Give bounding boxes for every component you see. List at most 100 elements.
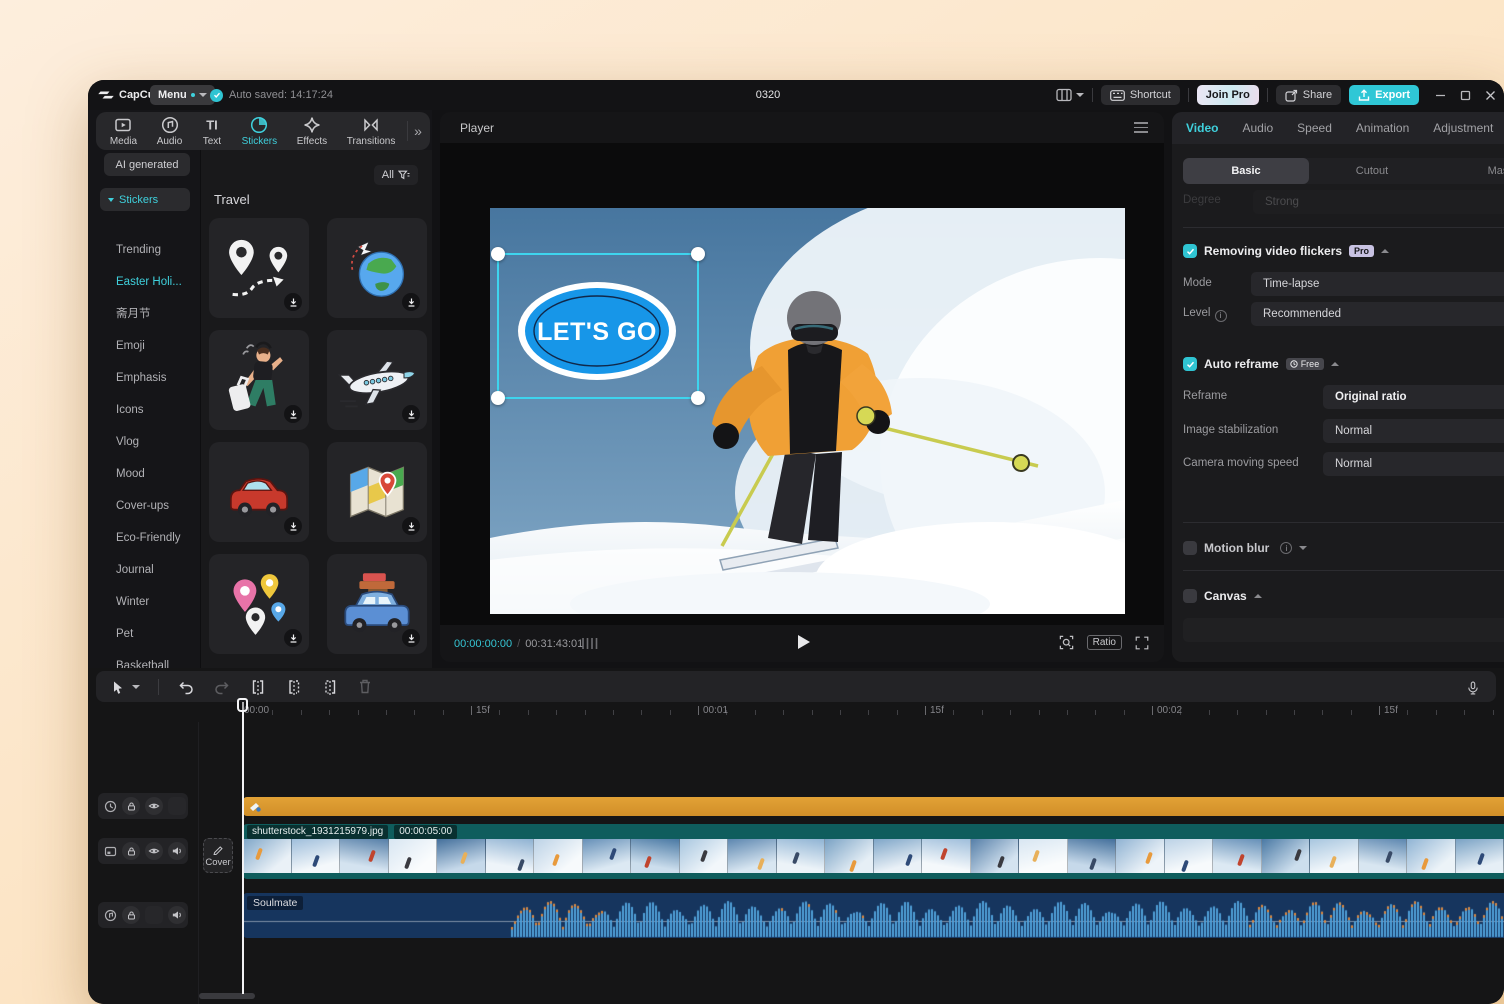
- split-keep-right-button[interactable]: [321, 678, 339, 696]
- export-button[interactable]: Export: [1349, 85, 1419, 105]
- sidebar-category-item[interactable]: 斋月节: [88, 298, 200, 330]
- speaker-icon[interactable]: [168, 842, 186, 860]
- shortcut-button[interactable]: Shortcut: [1101, 85, 1180, 105]
- close-button[interactable]: [1485, 90, 1496, 101]
- playhead-handle[interactable]: [237, 698, 248, 712]
- tab-media[interactable]: Media: [100, 115, 147, 147]
- eye-icon[interactable]: [145, 842, 163, 860]
- undo-button[interactable]: [177, 678, 195, 696]
- selection-handle-bl[interactable]: [491, 391, 505, 405]
- maximize-button[interactable]: [1460, 90, 1471, 101]
- sidebar-category-item[interactable]: Pet: [88, 618, 200, 650]
- split-button[interactable]: [249, 678, 267, 696]
- tab-adjustment[interactable]: Adjustment: [1433, 121, 1493, 135]
- motion-blur-checkbox[interactable]: [1183, 541, 1197, 555]
- sidebar-category-item[interactable]: Mood: [88, 458, 200, 490]
- expand-icon[interactable]: [1299, 546, 1307, 550]
- flicker-checkbox[interactable]: [1183, 244, 1197, 258]
- mode-select[interactable]: Time-lapse: [1251, 272, 1504, 296]
- audio-clip[interactable]: Soulmate: [243, 893, 1504, 938]
- tab-audio-settings[interactable]: Audio: [1242, 121, 1273, 135]
- zoom-fit-icon[interactable]: [1058, 634, 1075, 651]
- sidebar-category-item[interactable]: Easter Holi...: [88, 266, 200, 298]
- sidebar-category-item[interactable]: Eco-Friendly: [88, 522, 200, 554]
- lock-icon[interactable]: [122, 906, 140, 924]
- canvas-select-dimmed[interactable]: [1183, 618, 1504, 642]
- sticker-tile[interactable]: [327, 554, 427, 654]
- cover-button[interactable]: Cover: [203, 838, 233, 873]
- fullscreen-icon[interactable]: [1134, 635, 1150, 651]
- sticker-tile[interactable]: [209, 442, 309, 542]
- tab-video[interactable]: Video: [1186, 121, 1218, 135]
- subtab-cutout[interactable]: Cutout: [1309, 165, 1435, 177]
- collapse-icon[interactable]: [1254, 594, 1262, 598]
- filter-all-button[interactable]: All: [374, 165, 418, 185]
- degree-select[interactable]: Strong: [1253, 190, 1504, 214]
- select-tool-button[interactable]: [110, 679, 140, 695]
- tab-transitions[interactable]: Transitions: [337, 115, 405, 147]
- sidebar-category-item[interactable]: Emoji: [88, 330, 200, 362]
- join-pro-button[interactable]: Join Pro: [1197, 85, 1259, 105]
- redo-button[interactable]: [213, 678, 231, 696]
- sticker-tile[interactable]: [327, 442, 427, 542]
- frame-grid-icon[interactable]: [582, 637, 598, 650]
- tab-text[interactable]: TI Text: [192, 115, 232, 147]
- tab-audio[interactable]: Audio: [147, 115, 192, 147]
- reframe-select[interactable]: Original ratio: [1323, 385, 1504, 409]
- tab-effects[interactable]: Effects: [287, 115, 337, 147]
- sticker-tile[interactable]: [327, 218, 427, 318]
- sidebar-category-item[interactable]: Winter: [88, 586, 200, 618]
- ratio-button[interactable]: Ratio: [1087, 635, 1122, 650]
- player-canvas[interactable]: LET'S GO: [440, 143, 1164, 625]
- level-select[interactable]: Recommended: [1251, 302, 1504, 326]
- sticker-tile[interactable]: [209, 330, 309, 430]
- layout-button[interactable]: [1056, 88, 1084, 102]
- selection-handle-tl[interactable]: [491, 247, 505, 261]
- reframe-checkbox[interactable]: [1183, 357, 1197, 371]
- selection-handle-br[interactable]: [691, 391, 705, 405]
- stabilization-select[interactable]: Normal: [1323, 419, 1504, 443]
- sidebar-category-item[interactable]: Icons: [88, 394, 200, 426]
- share-button[interactable]: Share: [1276, 85, 1341, 105]
- player-menu-icon[interactable]: [1134, 119, 1148, 136]
- play-button[interactable]: [798, 635, 810, 649]
- ai-generated-button[interactable]: AI generated: [104, 153, 190, 176]
- sticker-selection-box[interactable]: [497, 253, 699, 399]
- tab-speed[interactable]: Speed: [1297, 121, 1332, 135]
- selection-handle-tr[interactable]: [691, 247, 705, 261]
- speaker-icon[interactable]: [168, 906, 186, 924]
- playhead[interactable]: [242, 702, 244, 994]
- sidebar-category-item[interactable]: Basketball: [88, 650, 200, 668]
- eye-icon[interactable]: [145, 797, 163, 815]
- subtab-basic[interactable]: Basic: [1183, 158, 1309, 184]
- video-clip[interactable]: shutterstock_1931215979.jpg 00:00:05:00: [243, 824, 1504, 879]
- delete-button[interactable]: [357, 678, 373, 695]
- subtab-mask[interactable]: Mas: [1435, 165, 1504, 177]
- canvas-checkbox[interactable]: [1183, 589, 1197, 603]
- lock-icon[interactable]: [122, 797, 140, 815]
- camera-speed-select[interactable]: Normal: [1323, 452, 1504, 476]
- collapse-icon[interactable]: [1331, 362, 1339, 366]
- microphone-icon[interactable]: [1466, 679, 1480, 697]
- sticker-tile[interactable]: [327, 330, 427, 430]
- ruler-label: 15f: [1379, 705, 1398, 716]
- timeline-ruler[interactable]: 00:0015f00:0115f00:0215f: [88, 702, 1504, 722]
- minimize-button[interactable]: [1435, 90, 1446, 101]
- sticker-tile[interactable]: [209, 218, 309, 318]
- stickers-group-header[interactable]: Stickers: [100, 188, 190, 211]
- lock-icon[interactable]: [122, 842, 140, 860]
- more-tabs-button[interactable]: »: [410, 123, 426, 139]
- tab-animation[interactable]: Animation: [1356, 121, 1409, 135]
- sticker-tile[interactable]: [209, 554, 309, 654]
- split-keep-left-button[interactable]: [285, 678, 303, 696]
- menu-button[interactable]: Menu: [150, 85, 215, 105]
- horizontal-scrollbar[interactable]: [199, 993, 255, 999]
- tab-stickers[interactable]: Stickers: [232, 115, 287, 147]
- sidebar-category-item[interactable]: Emphasis: [88, 362, 200, 394]
- collapse-icon[interactable]: [1381, 249, 1389, 253]
- sticker-clip[interactable]: [243, 797, 1504, 816]
- sidebar-category-item[interactable]: Cover-ups: [88, 490, 200, 522]
- sidebar-category-item[interactable]: Trending: [88, 234, 200, 266]
- sidebar-category-item[interactable]: Journal: [88, 554, 200, 586]
- sidebar-category-item[interactable]: Vlog: [88, 426, 200, 458]
